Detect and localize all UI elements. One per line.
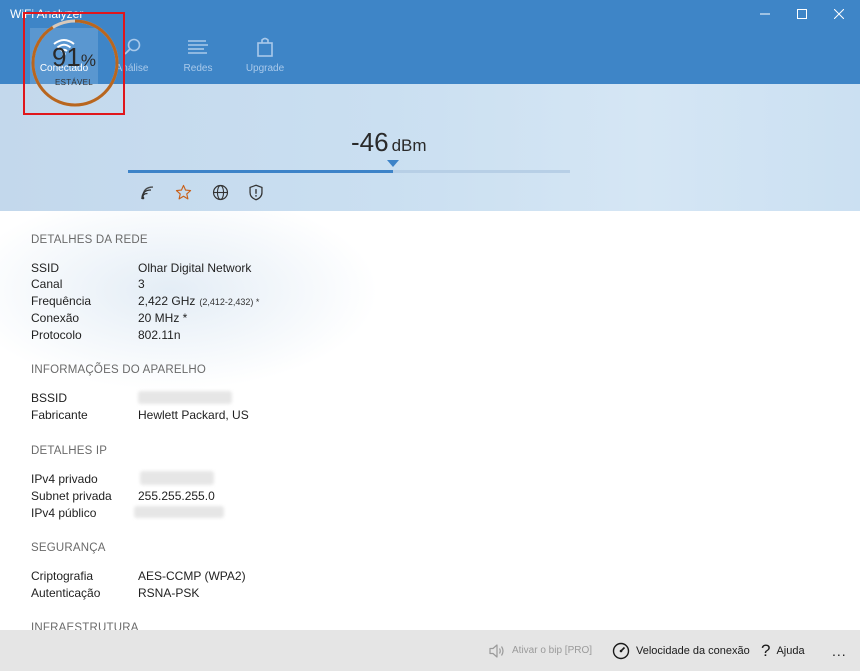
frequency-range: (2,412-2,432) * (199, 297, 260, 307)
protocol-label: Protocolo (31, 328, 82, 342)
globe-icon[interactable] (211, 183, 229, 201)
private-ipv4-redacted (140, 471, 214, 485)
connection-value: 20 MHz * (138, 311, 188, 325)
tab-label: Upgrade (245, 63, 285, 74)
manufacturer-value: Hewlett Packard, US (138, 408, 249, 422)
tab-upgrade[interactable]: Upgrade (231, 28, 299, 84)
speed-button[interactable]: Velocidade da conexão (612, 630, 750, 671)
channel-value: 3 (138, 277, 145, 291)
shield-icon[interactable] (247, 183, 265, 201)
subnet-label: Subnet privada (31, 489, 112, 503)
minimize-button[interactable] (748, 0, 782, 28)
section-title-device: INFORMAÇÕES DO APARELHO (31, 364, 206, 376)
subnet-value: 255.255.255.0 (138, 489, 215, 503)
tab-label: Redes (183, 63, 213, 74)
bssid-label: BSSID (31, 391, 68, 405)
connection-label: Conexão (31, 311, 80, 325)
protocol-value: 802.11n (138, 328, 181, 342)
shopping-bag-icon (256, 37, 274, 57)
section-title-ip: DETALHES IP (31, 445, 108, 457)
public-ipv4-redacted (134, 506, 224, 518)
ssid-value: Olhar Digital Network (138, 261, 252, 275)
quality-number: 91 (51, 42, 81, 72)
wifi-signal-icon[interactable] (139, 183, 157, 201)
bssid-redacted (138, 391, 232, 404)
auth-value: RSNA-PSK (138, 586, 200, 600)
beep-button[interactable]: Ativar o bip [PRO] (488, 630, 592, 671)
quality-label: ESTÁVEL (54, 78, 94, 87)
speaker-icon (488, 643, 506, 659)
frequency-value: 2,422 GHz (2,412-2,432) * (138, 294, 259, 308)
section-title-network: DETALHES DA REDE (31, 234, 148, 246)
signal-bar-fill (128, 170, 393, 173)
public-ipv4-label: IPv4 público (31, 506, 97, 520)
speed-label: Velocidade da conexão (636, 644, 750, 657)
help-icon: ? (761, 640, 771, 660)
details-panel (0, 211, 860, 630)
minimize-icon (760, 13, 770, 15)
maximize-button[interactable] (785, 0, 819, 28)
help-label: Ajuda (776, 644, 805, 657)
nav-bar: Conectado Análise Redes Upgrade (0, 28, 860, 84)
quality-value: 91% (25, 42, 123, 73)
private-ipv4-label: IPv4 privado (31, 472, 98, 486)
encryption-label: Criptografia (31, 569, 94, 583)
signal-marker (387, 160, 399, 167)
help-button[interactable]: ? Ajuda (761, 630, 805, 671)
section-title-security: SEGURANÇA (31, 542, 106, 554)
quality-unit: % (80, 51, 97, 70)
beep-label: Ativar o bip [PRO] (512, 645, 593, 656)
close-icon (834, 9, 844, 19)
signal-unit: dBm (391, 136, 427, 155)
auth-label: Autenticação (31, 586, 101, 600)
more-label: ... (832, 642, 847, 659)
encryption-value: AES-CCMP (WPA2) (138, 569, 246, 583)
ssid-label: SSID (31, 261, 60, 275)
title-bar: WiFi Analyzer (0, 0, 860, 28)
star-icon[interactable] (174, 183, 192, 201)
signal-strength: -46 dBm (351, 127, 427, 158)
signal-value: -46 (351, 127, 389, 157)
channel-label: Canal (31, 277, 63, 291)
frequency-label: Frequência (31, 294, 92, 308)
status-header (0, 84, 860, 211)
maximize-icon (797, 9, 807, 19)
close-button[interactable] (822, 0, 856, 28)
frequency-main: 2,422 GHz (138, 294, 196, 308)
speedometer-icon (612, 642, 630, 660)
quality-gauge: 91% ESTÁVEL (23, 12, 125, 115)
list-icon (187, 37, 209, 57)
search-icon (122, 37, 142, 57)
manufacturer-label: Fabricante (31, 408, 88, 422)
bottom-bar: Ativar o bip [PRO] Velocidade da conexão… (0, 630, 860, 671)
tab-redes[interactable]: Redes (164, 28, 232, 84)
more-options-button[interactable]: ... (832, 630, 847, 671)
